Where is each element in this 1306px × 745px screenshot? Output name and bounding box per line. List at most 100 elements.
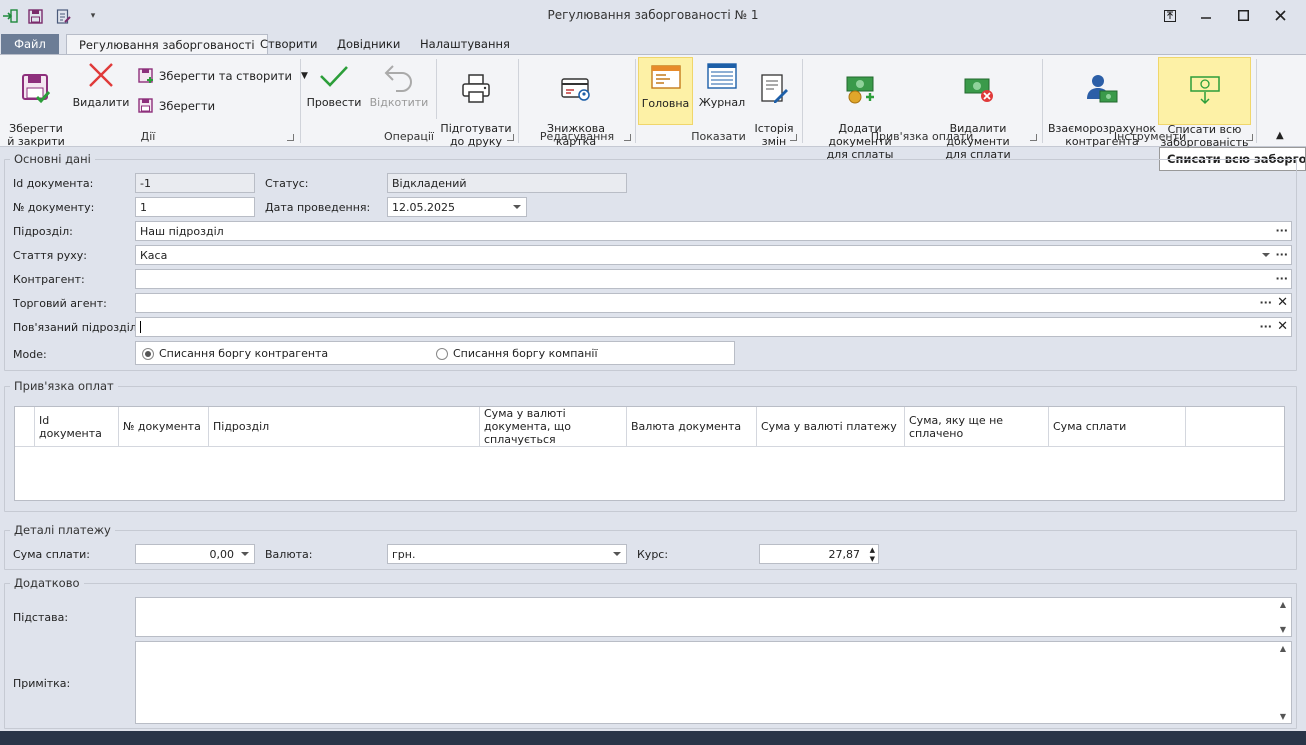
amount-field[interactable]: 0,00 (135, 544, 255, 564)
ellipsis-icon[interactable]: ··· (1275, 224, 1288, 237)
rate-value: 27,87 (828, 548, 861, 561)
window-title: Регулювання заборгованості № 1 (547, 8, 759, 22)
main-view-button[interactable]: Головна (638, 57, 693, 125)
note-textarea[interactable]: ▲ ▼ (135, 641, 1292, 724)
radio-selected-icon (142, 347, 154, 360)
spin-down-icon[interactable]: ▼ (870, 555, 875, 563)
ellipsis-icon[interactable]: ··· (1275, 248, 1288, 261)
group-payment-link-launcher[interactable] (1030, 134, 1037, 141)
note-label: Примітка: (13, 677, 71, 690)
mode-option-counterparty[interactable]: Списання боргу контрагента (142, 347, 328, 360)
group-tools-launcher[interactable] (1246, 134, 1253, 141)
date-picker[interactable]: 12.05.2025 (387, 197, 527, 217)
row-indicator-header (15, 407, 35, 447)
amount-label: Сума сплати: (13, 548, 90, 561)
chevron-down-icon[interactable] (613, 552, 621, 556)
chevron-down-icon[interactable] (513, 205, 521, 209)
main-view-icon (650, 65, 681, 89)
spin-up-icon[interactable]: ▲ (870, 546, 875, 554)
ellipsis-icon[interactable]: ··· (1259, 296, 1272, 309)
ribbon: Зберегти й закрити Видалити Зберегти та … (0, 54, 1306, 161)
undo-icon (384, 65, 412, 92)
group-actions-label: Дії (140, 130, 156, 143)
counterparty-field[interactable]: ··· (135, 269, 1292, 289)
remove-money-icon (964, 78, 993, 102)
linked-division-label: Пов'язаний підрозділ: (13, 321, 141, 334)
currency-select[interactable]: грн. (387, 544, 627, 564)
ellipsis-icon[interactable]: ··· (1275, 272, 1288, 285)
column-header[interactable]: Сума сплати (1049, 407, 1186, 447)
scroll-down-icon[interactable]: ▼ (1280, 625, 1286, 634)
column-header[interactable]: № документа (119, 407, 209, 447)
division-field[interactable]: Наш підрозділ ··· (135, 221, 1292, 241)
save-button[interactable]: Зберегти (138, 98, 215, 114)
maximize-icon[interactable] (1232, 6, 1254, 26)
write-off-all-button[interactable]: Списати всю заборгованість (1158, 57, 1251, 149)
basis-label: Підстава: (13, 611, 69, 624)
journal-button[interactable]: Журнал (696, 60, 748, 109)
chevron-down-icon[interactable] (1262, 253, 1270, 257)
basis-textarea[interactable]: ▲ ▼ (135, 597, 1292, 637)
tab-settings[interactable]: Налаштування (408, 34, 522, 54)
agent-field[interactable]: ··· ✕ (135, 293, 1292, 313)
remove-docs-button[interactable]: Видалити документи для сплати (920, 60, 1036, 161)
delete-button[interactable]: Видалити (72, 60, 130, 109)
delete-icon (89, 63, 113, 87)
status-bar (0, 731, 1306, 745)
scroll-up-icon[interactable]: ▲ (1280, 600, 1286, 609)
column-header[interactable]: Сума, яку ще не сплачено (905, 407, 1049, 447)
save-and-create-button[interactable]: Зберегти та створити ▼ (138, 68, 308, 84)
clear-icon[interactable]: ✕ (1277, 319, 1288, 334)
write-off-money-icon (1189, 76, 1220, 105)
column-header[interactable]: Сума у валюті документа, що сплачується (480, 407, 627, 447)
mode-option-company[interactable]: Списання боргу компанії (436, 347, 598, 360)
column-header[interactable]: Валюта документа (627, 407, 757, 447)
tab-debt-regulation[interactable]: Регулювання заборгованості (66, 34, 268, 55)
main-view-label: Головна (641, 97, 690, 110)
group-payment-link-label: Прив'язка оплати (870, 130, 974, 143)
close-icon[interactable] (1269, 6, 1291, 26)
tab-create[interactable]: Створити (248, 34, 330, 54)
scroll-up-icon[interactable]: ▲ (1280, 644, 1286, 653)
add-docs-button[interactable]: Додати документи для сплаты (806, 60, 914, 161)
status-label: Статус: (265, 177, 309, 190)
rate-stepper[interactable]: 27,87 ▲ ▼ (759, 544, 879, 564)
doc-number-label: № документу: (13, 201, 95, 214)
linked-division-field[interactable]: ··· ✕ (135, 317, 1292, 337)
mode-option-company-label: Списання боргу компанії (453, 347, 598, 360)
group-operations-launcher[interactable] (507, 134, 514, 141)
group-show-launcher[interactable] (790, 134, 797, 141)
counterparty-money-icon (1087, 75, 1118, 103)
minimize-icon[interactable] (1195, 6, 1217, 26)
separator (1256, 59, 1257, 143)
clear-icon[interactable]: ✕ (1277, 295, 1288, 310)
save-close-icon (22, 74, 51, 104)
add-money-icon (846, 76, 874, 104)
movement-field[interactable]: Каса ··· (135, 245, 1292, 265)
mode-radio-group: Списання боргу контрагента Списання борг… (135, 341, 735, 365)
rollback-button[interactable]: Відкотити (368, 60, 430, 109)
column-header[interactable]: Сума у валюті платежу (757, 407, 905, 447)
scroll-down-icon[interactable]: ▼ (1280, 712, 1286, 721)
collapse-ribbon-icon[interactable]: ▲ (1276, 130, 1284, 141)
restore-icon[interactable] (1159, 6, 1181, 26)
tab-directories[interactable]: Довідники (325, 34, 412, 54)
ellipsis-icon[interactable]: ··· (1259, 320, 1272, 333)
save-icon (138, 98, 153, 113)
doc-id-label: Id документа: (13, 177, 94, 190)
title-bar: ▾ Регулювання заборгованості № 1 (0, 0, 1306, 32)
group-edit-launcher[interactable] (624, 134, 631, 141)
doc-number-field[interactable]: 1 (135, 197, 255, 217)
separator (436, 59, 437, 119)
column-header[interactable]: Id документа (35, 407, 119, 447)
column-header[interactable]: Підрозділ (209, 407, 480, 447)
printer-icon (462, 74, 490, 103)
delete-label: Видалити (72, 96, 130, 109)
save-label: Зберегти (159, 99, 216, 113)
chevron-down-icon[interactable] (241, 552, 249, 556)
payments-table[interactable]: Id документа № документа Підрозділ Сума … (14, 406, 1285, 501)
post-button[interactable]: Провести (305, 60, 363, 109)
counterparty-label: Контрагент: (13, 273, 85, 286)
group-actions-launcher[interactable] (287, 134, 294, 141)
tab-file[interactable]: Файл (1, 34, 59, 54)
